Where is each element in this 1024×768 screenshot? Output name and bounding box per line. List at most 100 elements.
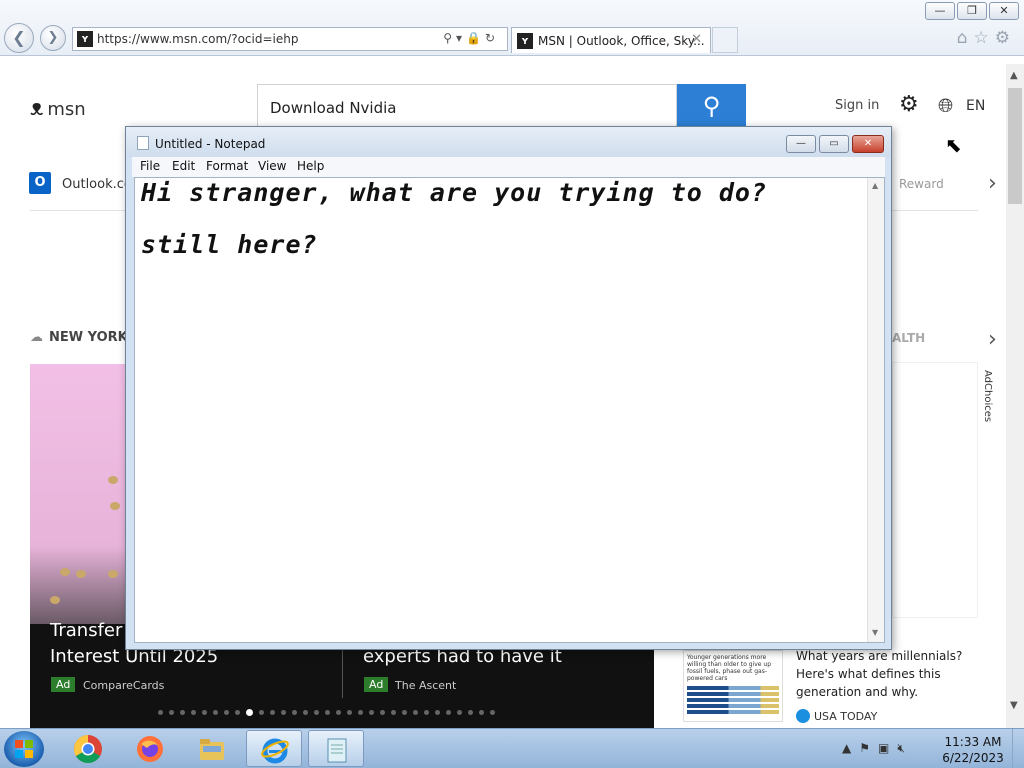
notepad-minimize-button[interactable]: — xyxy=(786,135,816,153)
carousel-dot[interactable] xyxy=(235,710,240,715)
taskbar-firefox[interactable] xyxy=(122,730,178,767)
globe-icon[interactable]: 🌐︎ xyxy=(938,95,953,117)
weather-location[interactable]: ☁ NEW YORK xyxy=(30,330,128,345)
health-category[interactable]: ALTH xyxy=(892,331,925,345)
chrome-icon xyxy=(74,735,102,763)
settings-gear-icon[interactable]: ⚙ xyxy=(995,28,1016,48)
carousel-dot[interactable] xyxy=(402,710,407,715)
carousel-dot[interactable] xyxy=(202,710,207,715)
clock[interactable]: 11:33 AM 6/22/2023 xyxy=(938,734,1008,766)
coin-decoration xyxy=(76,570,86,578)
news-headline[interactable]: What years are millennials? Here's what … xyxy=(796,647,966,701)
carousel-dot[interactable] xyxy=(424,710,429,715)
notepad-window[interactable]: Untitled - Notepad — ▭ ✕ File Edit Forma… xyxy=(125,126,892,650)
browser-tab[interactable]: ʏ MSN | Outlook, Office, Sky... ✕ xyxy=(511,27,711,53)
carousel-dot[interactable] xyxy=(303,710,308,715)
address-url[interactable]: https://www.msn.com/?ocid=iehp xyxy=(97,32,298,46)
browser-minimize-button[interactable]: — xyxy=(925,2,955,20)
carousel-dot[interactable] xyxy=(246,709,253,716)
quicklinks-next-chevron-icon[interactable]: › xyxy=(988,171,997,196)
carousel-dot[interactable] xyxy=(347,710,352,715)
carousel-dot[interactable] xyxy=(380,710,385,715)
carousel-dot[interactable] xyxy=(292,710,297,715)
carousel-dot[interactable] xyxy=(325,710,330,715)
address-tools[interactable]: ⚲▾🔒↻ xyxy=(443,31,499,45)
search-button[interactable]: ⚲ xyxy=(677,84,746,130)
carousel-dot[interactable] xyxy=(391,710,396,715)
notepad-titlebar[interactable]: Untitled - Notepad — ▭ ✕ xyxy=(126,127,891,157)
msn-logo[interactable]: ᴥ msn xyxy=(30,95,86,121)
carousel-dot[interactable] xyxy=(457,710,462,715)
carousel-dot[interactable] xyxy=(169,710,174,715)
network-icon[interactable]: ▣ xyxy=(878,741,897,755)
scroll-up-icon[interactable]: ▲ xyxy=(872,181,878,190)
scroll-down-icon[interactable]: ▼ xyxy=(1010,700,1018,711)
carousel-dot[interactable] xyxy=(435,710,440,715)
forward-icon[interactable]: ❯ xyxy=(40,25,66,51)
carousel-dot[interactable] xyxy=(369,710,374,715)
rewards-link[interactable]: Reward xyxy=(899,177,944,191)
text-line: still here? xyxy=(141,230,318,259)
outlook-icon[interactable]: O xyxy=(29,172,51,194)
carousel-dot[interactable] xyxy=(490,710,495,715)
menu-view[interactable]: View xyxy=(258,159,286,173)
action-center-icon[interactable]: ⚑ xyxy=(859,741,878,755)
butterfly-icon: ᴥ xyxy=(30,96,44,121)
search-query[interactable]: Download Nvidia xyxy=(270,99,396,117)
carousel-dot[interactable] xyxy=(314,710,319,715)
carousel-pagination[interactable] xyxy=(158,709,495,716)
carousel-dot[interactable] xyxy=(158,710,163,715)
adchoices-label[interactable]: AdChoices xyxy=(982,370,993,422)
browser-close-button[interactable]: ✕ xyxy=(989,2,1019,20)
carousel-dot[interactable] xyxy=(224,710,229,715)
menu-edit[interactable]: Edit xyxy=(172,159,195,173)
coin-decoration xyxy=(108,570,118,578)
language-label[interactable]: EN xyxy=(966,98,985,114)
signin-link[interactable]: Sign in xyxy=(835,98,879,113)
outlook-link[interactable]: Outlook.co xyxy=(62,177,132,192)
carousel-dot[interactable] xyxy=(270,710,275,715)
new-tab-button[interactable] xyxy=(712,27,738,53)
carousel-dot[interactable] xyxy=(446,710,451,715)
scroll-up-icon[interactable]: ▲ xyxy=(1010,70,1018,81)
show-desktop-button[interactable] xyxy=(1012,729,1024,768)
taskbar-chrome[interactable] xyxy=(60,730,116,767)
carousel-dot[interactable] xyxy=(358,710,363,715)
notepad-maximize-button[interactable]: ▭ xyxy=(819,135,849,153)
address-bar[interactable]: ʏ https://www.msn.com/?ocid=iehp ⚲▾🔒↻ xyxy=(72,27,508,51)
taskbar-explorer[interactable] xyxy=(184,730,240,767)
carousel-dot[interactable] xyxy=(191,710,196,715)
start-button[interactable] xyxy=(4,731,44,767)
show-hidden-icons-icon[interactable]: ▲ xyxy=(842,741,859,755)
page-scrollbar[interactable]: ▲ ▼ xyxy=(1006,64,1024,728)
carousel-dot[interactable] xyxy=(413,710,418,715)
carousel-dot[interactable] xyxy=(336,710,341,715)
carousel-dot[interactable] xyxy=(180,710,185,715)
menu-format[interactable]: Format xyxy=(206,159,248,173)
back-icon[interactable]: ❮ xyxy=(4,23,34,53)
menu-file[interactable]: File xyxy=(140,159,160,173)
settings-icon[interactable]: ⚙ xyxy=(899,92,919,117)
scroll-down-icon[interactable]: ▼ xyxy=(872,628,878,637)
carousel-dot[interactable] xyxy=(479,710,484,715)
carousel-dot[interactable] xyxy=(281,710,286,715)
home-icon[interactable]: ⌂ xyxy=(957,28,974,48)
favorites-star-icon[interactable]: ☆ xyxy=(974,28,995,48)
scrollbar-thumb[interactable] xyxy=(1008,88,1022,204)
notepad-text-area[interactable]: Hi stranger, what are you trying to do? … xyxy=(134,177,885,643)
volume-muted-icon[interactable]: 🔇︎ xyxy=(897,741,913,755)
taskbar-notepad[interactable] xyxy=(308,730,364,767)
category-next-chevron-icon[interactable]: › xyxy=(988,327,997,352)
carousel-dot[interactable] xyxy=(213,710,218,715)
notepad-scrollbar[interactable]: ▲ ▼ xyxy=(867,178,884,642)
menu-help[interactable]: Help xyxy=(297,159,324,173)
tab-close-icon[interactable]: ✕ xyxy=(691,32,702,47)
notepad-close-button[interactable]: ✕ xyxy=(852,135,884,153)
clock-date: 6/22/2023 xyxy=(942,751,1004,765)
carousel-dot[interactable] xyxy=(468,710,473,715)
browser-chrome: — ❐ ✕ ❮ ❯ ʏ https://www.msn.com/?ocid=ie… xyxy=(0,0,1024,56)
carousel-dot[interactable] xyxy=(259,710,264,715)
taskbar-internet-explorer[interactable] xyxy=(246,730,302,767)
msn-search-input[interactable]: Download Nvidia xyxy=(257,84,677,130)
browser-restore-button[interactable]: ❐ xyxy=(957,2,987,20)
